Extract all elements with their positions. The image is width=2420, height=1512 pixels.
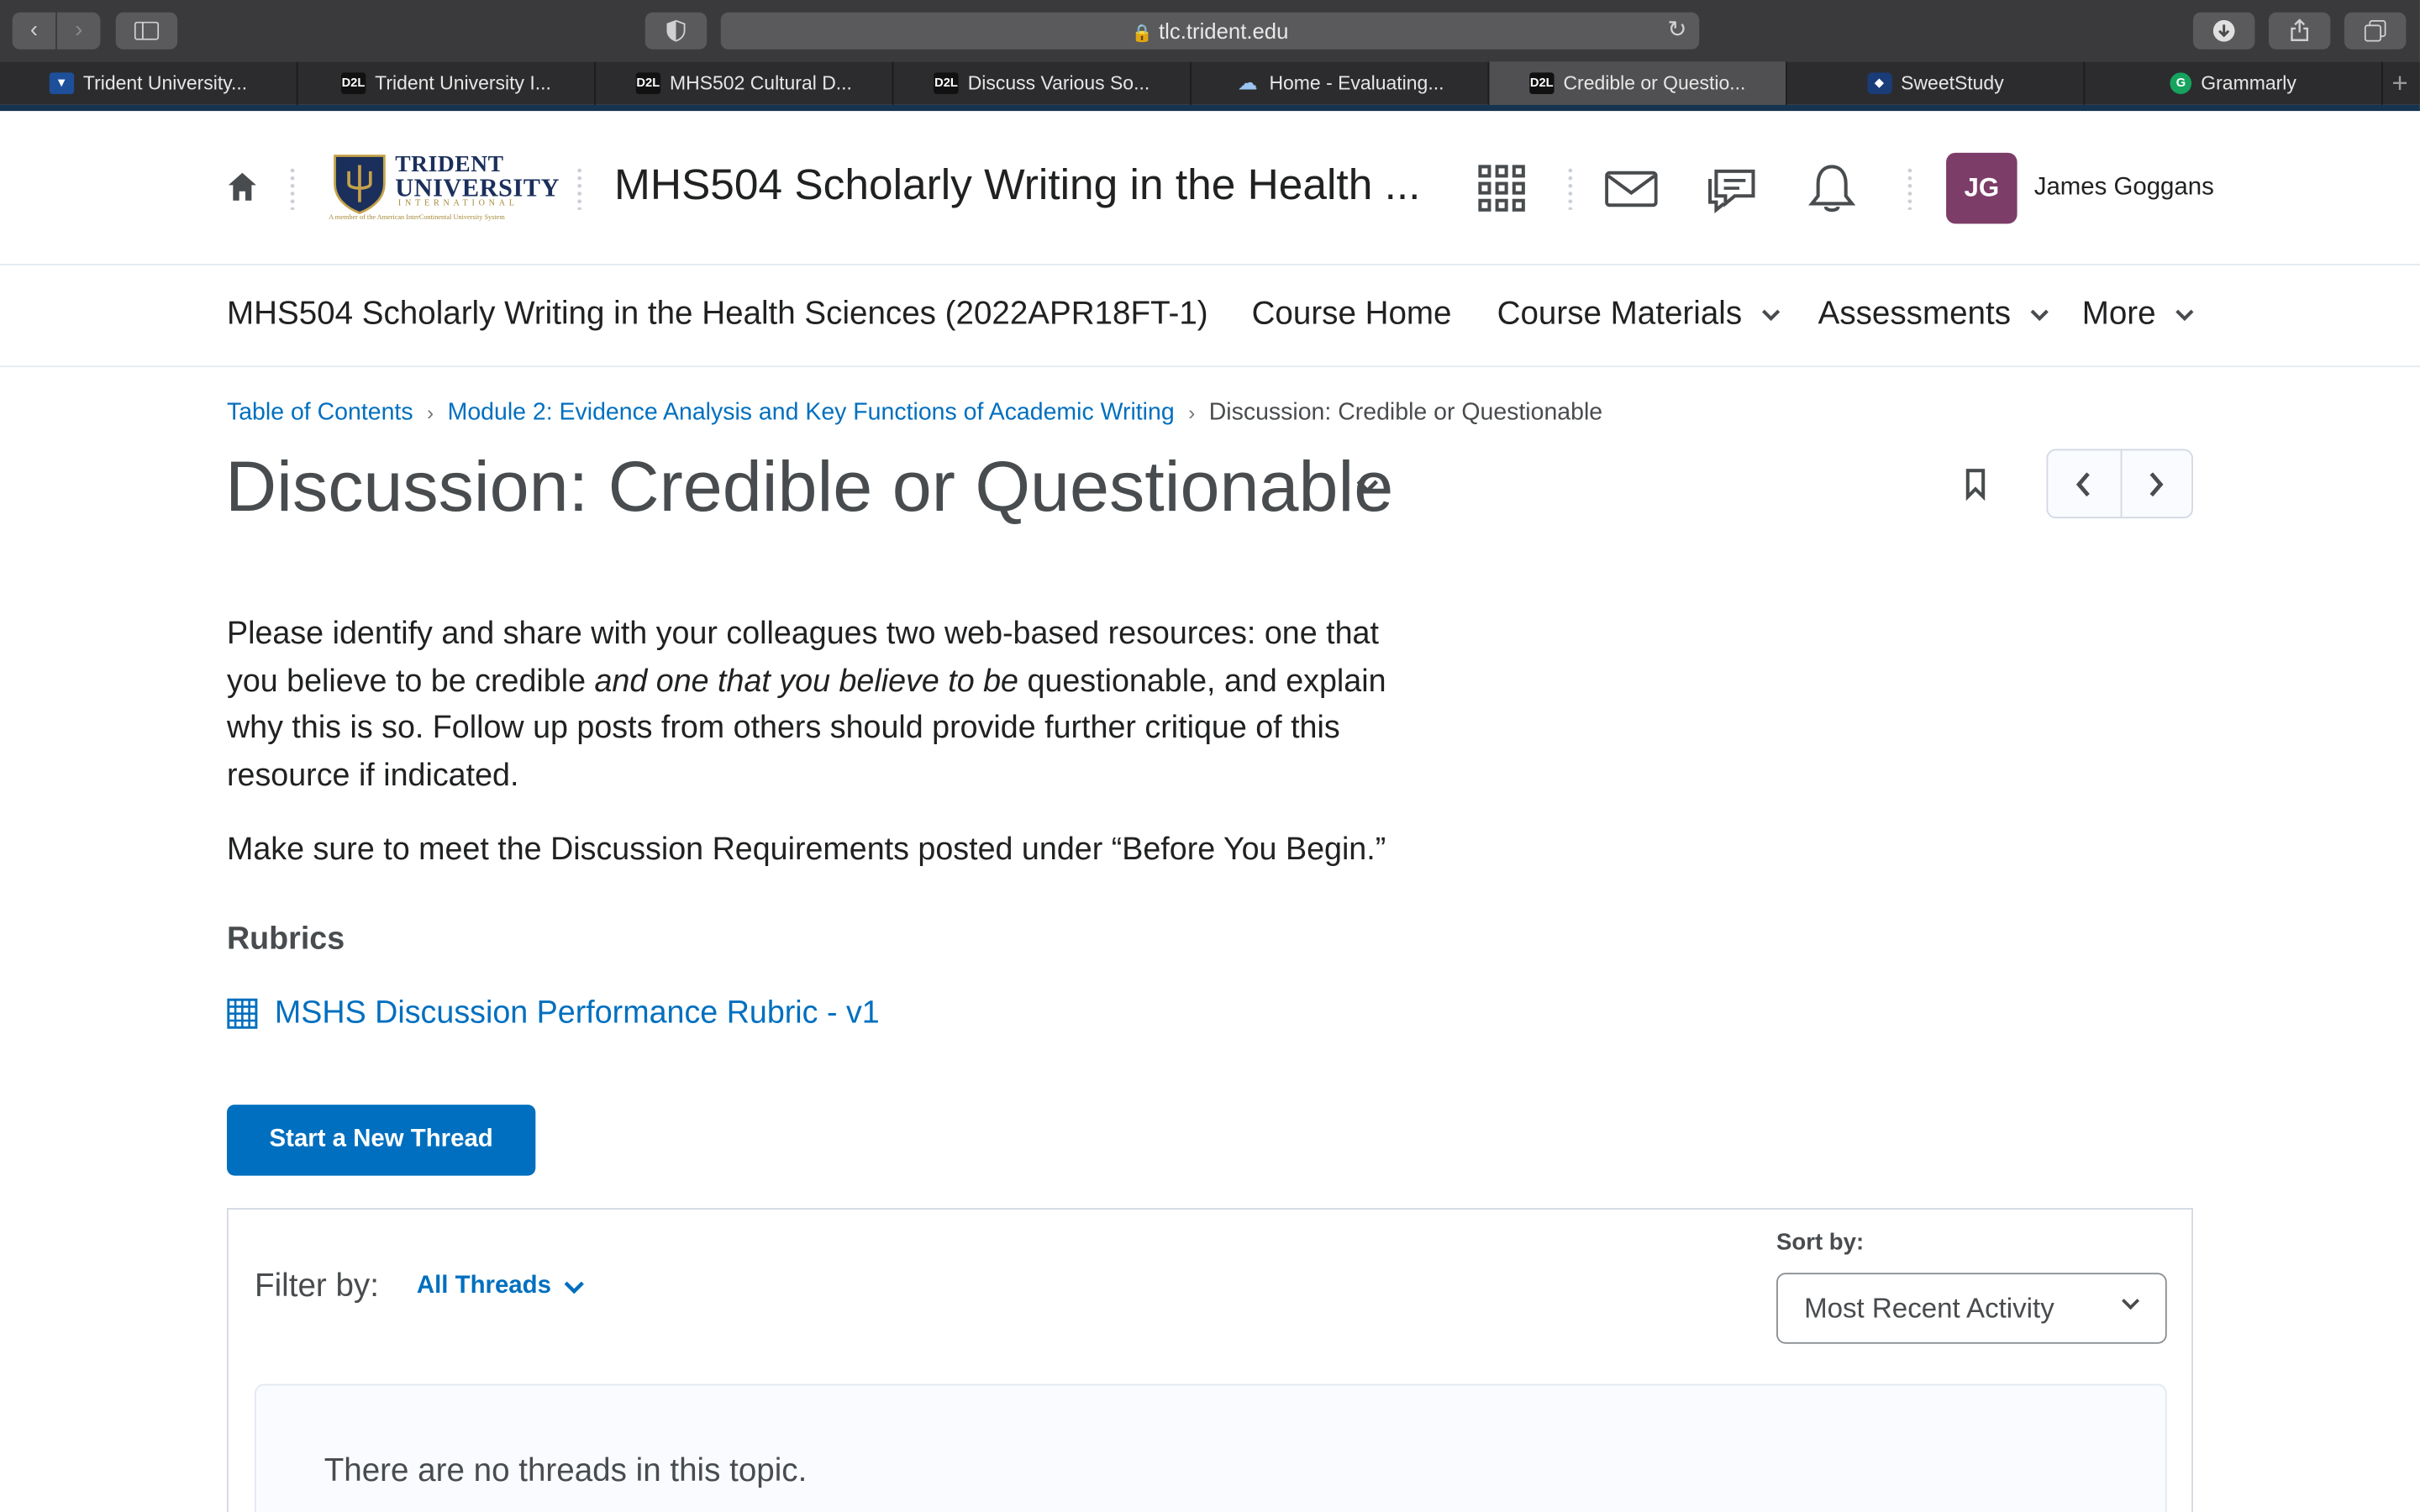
chevron-down-icon bbox=[1761, 309, 1780, 322]
separator bbox=[1568, 166, 1573, 210]
d2l-favicon-icon: D2L bbox=[635, 72, 660, 95]
new-tab-button[interactable]: + bbox=[2383, 61, 2417, 104]
browser-tab[interactable]: D2L MHS502 Cultural D... bbox=[596, 61, 894, 105]
sort-label: Sort by: bbox=[1776, 1229, 1865, 1257]
trident-crest-icon bbox=[334, 155, 386, 214]
chat-icon[interactable] bbox=[1706, 162, 1758, 214]
nav-course-materials[interactable]: Course Materials bbox=[1497, 297, 1781, 333]
chevron-right-icon: › bbox=[1188, 401, 1196, 425]
lock-icon: 🔒 bbox=[1131, 24, 1153, 44]
user-name[interactable]: James Goggans bbox=[2034, 175, 2214, 202]
d2l-favicon-icon: D2L bbox=[1529, 72, 1555, 95]
home-icon[interactable] bbox=[225, 170, 259, 203]
chevron-right-icon bbox=[2150, 471, 2164, 496]
share-icon bbox=[2291, 18, 2309, 41]
d2l-favicon-icon: D2L bbox=[934, 72, 959, 95]
topic-description: Please identify and share with your coll… bbox=[226, 615, 1386, 793]
minibar: TRIDENT UNIVERSITY INTERNATIONAL A membe… bbox=[0, 111, 2420, 265]
separator bbox=[290, 166, 295, 210]
browser-tab[interactable]: ☁ Home - Evaluating... bbox=[1192, 61, 1490, 105]
filter-label: Filter by: bbox=[255, 1268, 379, 1305]
topic-pager bbox=[2046, 449, 2193, 519]
trident-favicon-icon: ▼ bbox=[49, 72, 74, 95]
browser-tab[interactable]: ▼ Trident University... bbox=[0, 61, 298, 105]
topic-requirements-note: Make sure to meet the Discussion Require… bbox=[226, 831, 1386, 868]
filter-dropdown[interactable]: All Threads bbox=[417, 1273, 585, 1300]
course-navbar: MHS504 Scholarly Writing in the Health S… bbox=[0, 265, 2420, 368]
browser-tab[interactable]: ◆ SweetStudy bbox=[1787, 61, 2086, 105]
download-icon bbox=[2212, 19, 2235, 42]
nav-course-home[interactable]: Course Home bbox=[1252, 297, 1452, 333]
tabs-icon bbox=[2364, 19, 2386, 42]
threads-panel: Filter by: All Threads Sort by: Most Rec… bbox=[226, 1208, 2193, 1512]
sort-select[interactable]: Most Recent Activity bbox=[1776, 1273, 2167, 1344]
chevron-left-icon bbox=[2076, 471, 2091, 496]
page-title: Discussion: Credible or Questionable bbox=[225, 445, 1394, 527]
start-new-thread-button[interactable]: Start a New Thread bbox=[226, 1105, 536, 1176]
course-selector-grid-icon[interactable] bbox=[1476, 162, 1528, 214]
empty-threads-message: There are no threads in this topic. bbox=[324, 1453, 808, 1489]
reload-icon[interactable]: ↻ bbox=[1667, 13, 1686, 50]
rubrics-heading: Rubrics bbox=[226, 921, 345, 957]
bookmark-icon[interactable] bbox=[1963, 468, 1987, 501]
nav-assessments[interactable]: Assessments bbox=[1818, 297, 2049, 333]
sidebar-icon bbox=[134, 21, 160, 40]
next-topic-button[interactable] bbox=[2119, 450, 2191, 517]
url-text: tlc.trident.edu bbox=[1159, 18, 1289, 44]
forward-button[interactable]: › bbox=[56, 12, 101, 50]
shield-icon bbox=[666, 19, 686, 42]
grammarly-favicon-icon: G bbox=[2170, 72, 2192, 95]
breadcrumb: Table of Contents › Module 2: Evidence Ana… bbox=[227, 400, 1602, 428]
course-title[interactable]: MHS504 Scholarly Writing in the Health .… bbox=[614, 160, 1420, 210]
tab-bar: ▼ Trident University... D2L Trident Univer… bbox=[0, 61, 2420, 105]
previous-topic-button[interactable] bbox=[2048, 450, 2119, 517]
screen: ‹ › 🔒 tlc.trident.edu ↻ ▼ Trident Universi… bbox=[0, 0, 2420, 1512]
separator bbox=[576, 166, 582, 210]
share-button[interactable] bbox=[2268, 12, 2331, 50]
chevron-down-icon bbox=[564, 1280, 585, 1294]
chevron-down-icon bbox=[2030, 309, 2049, 322]
title-menu-chevron-icon[interactable] bbox=[1355, 478, 1380, 495]
header-accent-bar bbox=[0, 104, 2420, 112]
d2l-favicon-icon: D2L bbox=[340, 72, 366, 95]
nav-course-name[interactable]: MHS504 Scholarly Writing in the Health S… bbox=[227, 297, 1208, 333]
notification-bell-icon[interactable] bbox=[1806, 162, 1858, 214]
separator bbox=[1907, 166, 1912, 210]
sweetstudy-favicon-icon: ◆ bbox=[1866, 72, 1892, 95]
nav-more[interactable]: More bbox=[2082, 297, 2195, 333]
cloud-favicon-icon: ☁ bbox=[1237, 71, 1258, 95]
address-bar[interactable]: 🔒 tlc.trident.edu ↻ bbox=[720, 12, 1700, 50]
browser-tab[interactable]: D2L Discuss Various So... bbox=[893, 61, 1192, 105]
browser-tab-active[interactable]: D2L Credible or Questio... bbox=[1489, 61, 1787, 105]
chevron-down-icon bbox=[2122, 1299, 2140, 1310]
back-button[interactable]: ‹ bbox=[12, 12, 56, 50]
browser-tab[interactable]: G Grammarly bbox=[2085, 61, 2383, 105]
empty-threads-box: There are no threads in this topic. bbox=[255, 1383, 2167, 1512]
breadcrumb-module[interactable]: Module 2: Evidence Analysis and Key Func… bbox=[448, 400, 1175, 426]
tab-overview-button[interactable] bbox=[2344, 12, 2407, 50]
rubric-grid-icon bbox=[227, 998, 258, 1029]
browser-tab[interactable]: D2L Trident University I... bbox=[297, 61, 596, 105]
email-icon[interactable] bbox=[1605, 162, 1658, 214]
breadcrumb-current: Discussion: Credible or Questionable bbox=[1208, 399, 1603, 426]
rubric-link[interactable]: MSHS Discussion Performance Rubric - v1 bbox=[227, 995, 880, 1032]
browser-toolbar: ‹ › 🔒 tlc.trident.edu ↻ bbox=[0, 0, 2420, 62]
downloads-button[interactable] bbox=[2192, 12, 2255, 50]
breadcrumb-toc[interactable]: Table of Contents bbox=[227, 400, 413, 426]
trident-logo[interactable]: TRIDENT UNIVERSITY INTERNATIONAL A membe… bbox=[326, 153, 559, 227]
sidebar-toggle-button[interactable] bbox=[115, 12, 178, 50]
chevron-down-icon bbox=[2175, 309, 2193, 322]
privacy-report-button[interactable] bbox=[644, 12, 708, 50]
chevron-right-icon: › bbox=[427, 401, 434, 425]
avatar[interactable]: JG bbox=[1946, 152, 2018, 224]
